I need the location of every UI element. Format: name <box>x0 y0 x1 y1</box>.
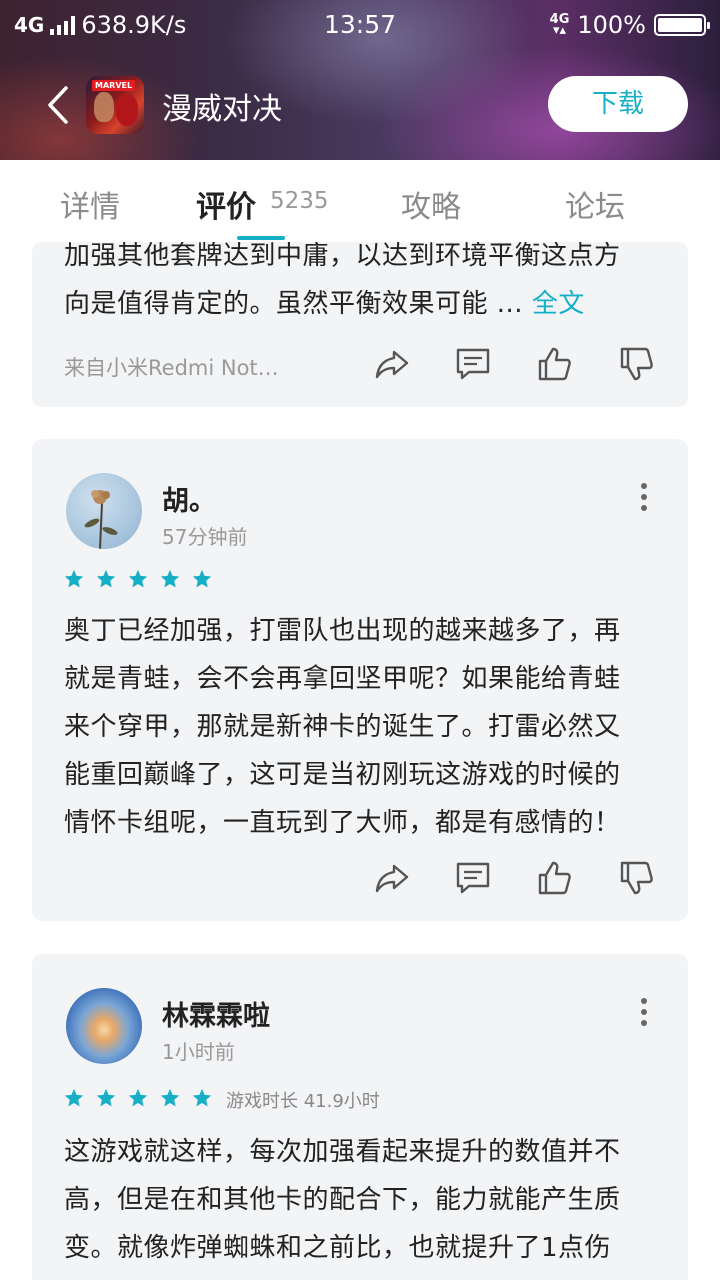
review-text-line: 向是值得肯定的。虽然平衡效果可能 ... 全文 <box>64 280 664 328</box>
username[interactable]: 胡。 <box>162 479 216 518</box>
review-card: 加强其他套牌达到中庸，以达到环境平衡这点方 向是值得肯定的。虽然平衡效果可能 .… <box>32 242 688 407</box>
tab-forum[interactable]: 论坛 <box>565 182 625 226</box>
star-icon <box>160 569 180 588</box>
network-type-secondary: 4G ▾▴ <box>549 12 570 38</box>
review-count: 5235 <box>270 188 329 214</box>
tab-reviews[interactable]: 评价 <box>196 182 256 226</box>
avatar[interactable] <box>66 473 142 549</box>
back-icon[interactable] <box>40 82 80 128</box>
share-icon[interactable] <box>372 858 412 898</box>
comment-icon[interactable] <box>453 344 493 384</box>
thumbs-up-icon[interactable] <box>534 858 574 898</box>
comment-icon[interactable] <box>453 858 493 898</box>
review-text: 加强其他套牌达到中庸，以达到环境平衡这点方 向是值得肯定的。虽然平衡效果可能 .… <box>64 242 664 328</box>
post-time: 1小时前 <box>162 1040 235 1064</box>
status-bar: 4G 638.9K/s 13:57 4G ▾▴ 100% <box>0 0 720 50</box>
star-icon <box>160 1088 180 1107</box>
share-icon[interactable] <box>372 344 412 384</box>
tab-indicator <box>237 236 285 240</box>
review-text: 奥丁已经加强，打雷队也出现的越来越多了，再 就是青蛙，会不会再拿回坚甲呢？如果能… <box>64 607 674 847</box>
thumbs-up-icon[interactable] <box>534 344 574 384</box>
star-icon <box>96 569 116 588</box>
review-text-snippet: 向是值得肯定的。虽然平衡效果可能 ... <box>64 289 524 319</box>
app-header: 4G 638.9K/s 13:57 4G ▾▴ 100% MARVEL 漫威对决 … <box>0 0 720 160</box>
tab-guides[interactable]: 攻略 <box>401 182 461 226</box>
review-text-line: 来个穿甲，那就是新神卡的诞生了。打雷必然又 <box>64 712 621 742</box>
battery-percent: 100% <box>577 11 646 39</box>
star-icon <box>64 569 84 588</box>
star-rating <box>64 1088 212 1108</box>
review-text-line: 能重回巅峰了，这可是当初刚玩这游戏的时候的 <box>64 760 621 790</box>
star-icon <box>128 1088 148 1107</box>
review-text-line: 变。就像炸弹蜘蛛和之前比，也就提升了1点伤 <box>64 1233 612 1263</box>
username[interactable]: 林霖霖啦 <box>162 994 270 1033</box>
review-card: 林霖霖啦 1小时前 游戏时长 41.9小时 这游戏就这样，每次加强看起来提升的数… <box>32 954 688 1280</box>
network2-label: 4G <box>549 12 570 27</box>
device-source: 来自小米Redmi Not… <box>64 356 279 380</box>
review-text-line: 加强其他套牌达到中庸，以达到环境平衡这点方 <box>64 242 621 271</box>
star-icon <box>96 1088 116 1107</box>
star-icon <box>192 569 212 588</box>
nav-bar: MARVEL 漫威对决 下载 <box>0 70 720 140</box>
full-text-link[interactable]: 全文 <box>532 289 585 319</box>
thumbs-down-icon[interactable] <box>616 344 656 384</box>
tab-details[interactable]: 详情 <box>60 182 120 226</box>
review-text-line: 这游戏就这样，每次加强看起来提升的数值并不 <box>64 1137 621 1167</box>
more-options-icon[interactable] <box>636 996 652 1026</box>
tab-bar: 详情 评价 5235 攻略 论坛 <box>0 160 720 242</box>
review-text-line: 就是青蛙，会不会再拿回坚甲呢？如果能给青蛙 <box>64 664 621 694</box>
hero-mask <box>116 94 138 126</box>
review-text: 这游戏就这样，每次加强看起来提升的数值并不 高，但是在和其他卡的配合下，能力就能… <box>64 1128 674 1272</box>
post-time: 57分钟前 <box>162 525 248 549</box>
star-icon <box>64 1088 84 1107</box>
thumbs-down-icon[interactable] <box>616 858 656 898</box>
star-icon <box>192 1088 212 1107</box>
marvel-logo: MARVEL <box>92 80 136 91</box>
star-rating <box>64 569 212 589</box>
playtime-label: 游戏时长 41.9小时 <box>226 1091 380 1112</box>
more-options-icon[interactable] <box>636 481 652 511</box>
app-title: 漫威对决 <box>162 92 282 127</box>
review-card: 胡。 57分钟前 奥丁已经加强，打雷队也出现的越来越多了，再 就是青蛙，会不会再… <box>32 439 688 921</box>
download-button[interactable]: 下载 <box>548 76 688 132</box>
avatar[interactable] <box>66 988 142 1064</box>
star-icon <box>128 569 148 588</box>
hero-face <box>94 92 114 122</box>
battery-icon <box>654 14 710 36</box>
review-text-line: 情怀卡组呢，一直玩到了大师，都是有感情的！ <box>64 808 621 838</box>
app-icon: MARVEL <box>86 76 144 134</box>
review-text-line: 高，但是在和其他卡的配合下，能力就能产生质 <box>64 1185 621 1215</box>
review-text-line: 奥丁已经加强，打雷队也出现的越来越多了，再 <box>64 616 621 646</box>
